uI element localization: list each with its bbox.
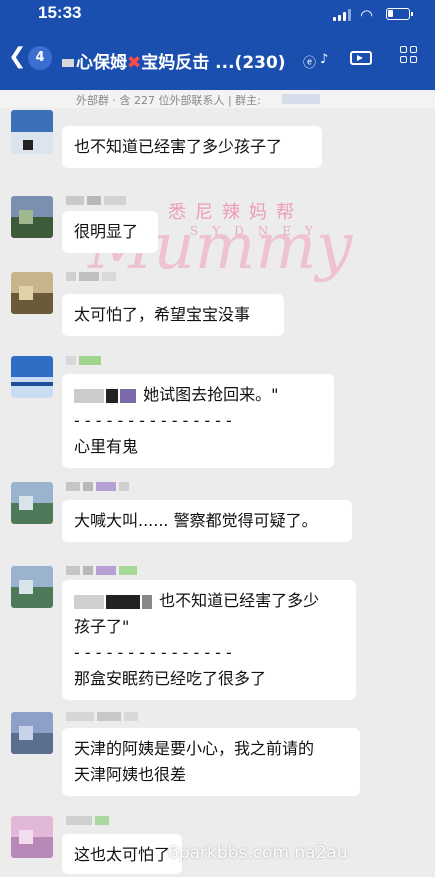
signal-icon (333, 9, 353, 21)
message-bubble[interactable]: 也不知道已经害了多少孩子了 (62, 126, 322, 168)
back-button[interactable]: ❮ (8, 44, 26, 69)
message-bubble[interactable]: 很明显了 (62, 211, 158, 253)
video-call-button[interactable] (350, 51, 372, 65)
earpiece-icon: ⓔ (303, 56, 317, 71)
avatar[interactable] (11, 272, 53, 314)
avatar[interactable] (11, 356, 53, 398)
redacted-text (74, 388, 104, 403)
avatar[interactable] (11, 816, 53, 858)
title-emoji-icon (62, 59, 74, 67)
message-bubble[interactable]: 太可怕了，希望宝宝没事 (62, 294, 284, 336)
avatar[interactable] (11, 482, 53, 524)
sender-name-blurred (66, 816, 112, 827)
avatar[interactable] (11, 196, 53, 238)
message-bubble[interactable]: 大喊大叫...... 警察都觉得可疑了。 (62, 500, 352, 542)
group-menu-button[interactable] (400, 46, 420, 66)
redacted-text (74, 594, 104, 609)
sender-name-blurred (66, 482, 132, 493)
message-bubble[interactable]: 她试图去抢回来。" - - - - - - - - - - - - - - - … (62, 374, 334, 468)
sender-name-blurred (66, 356, 104, 367)
member-count: (230) (234, 53, 286, 73)
avatar[interactable] (11, 566, 53, 608)
sender-name-blurred (66, 712, 141, 723)
blurred-owner-name (282, 94, 320, 104)
footer-watermark: 6parkbbs.com na2au (168, 843, 348, 863)
sender-name-blurred (66, 272, 119, 283)
status-time: 15:33 (38, 3, 82, 22)
group-info-bar: 外部群 · 含 227 位外部联系人 | 群主: (0, 90, 435, 108)
chat-header: ❮ 4 心保姆✖宝妈反击 ...(230) ⓔ ♪ (0, 30, 435, 90)
avatar[interactable] (11, 110, 53, 154)
battery-icon (386, 8, 413, 20)
chat-title[interactable]: 心保姆✖宝妈反击 ...(230) (62, 48, 286, 73)
mute-bell-icon: ♪ (320, 52, 329, 67)
unread-count-badge[interactable]: 4 (28, 46, 52, 70)
message-bubble[interactable]: 天津的阿姨是要小心，我之前请的 天津阿姨也很差 (62, 728, 360, 796)
message-bubble[interactable]: 也不知道已经害了多少 孩子了" - - - - - - - - - - - - … (62, 580, 356, 700)
message-bubble[interactable]: 这也太可怕了 (62, 834, 182, 874)
status-bar: 15:33 ◠ (0, 0, 435, 30)
avatar[interactable] (11, 712, 53, 754)
wifi-icon: ◠ (360, 6, 374, 24)
red-cross-icon: ✖ (127, 53, 142, 73)
sender-name-blurred (66, 196, 129, 207)
sender-name-blurred (66, 566, 140, 577)
